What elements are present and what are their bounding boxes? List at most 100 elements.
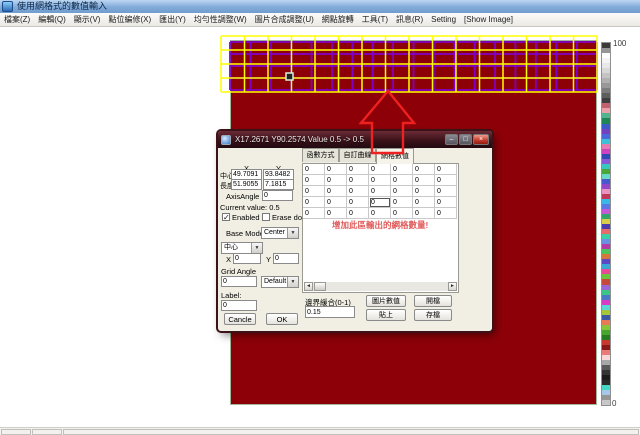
grid-cell[interactable]: 0 — [369, 186, 391, 197]
grid-cell[interactable]: 0 — [435, 186, 457, 197]
scrollbar-thumb[interactable] — [314, 282, 326, 291]
ok-button[interactable]: OK — [266, 313, 298, 325]
menu-item[interactable]: 網點旋轉 — [318, 13, 358, 26]
minimize-button[interactable]: – — [445, 134, 458, 145]
grid-cell[interactable]: 0 — [369, 175, 391, 186]
menu-item[interactable]: 均勻性調整(W) — [190, 13, 251, 26]
scroll-right-icon[interactable]: ► — [448, 282, 457, 291]
grid-cell[interactable]: 0 — [303, 197, 325, 208]
grid-value-dialog: X17.2671 Y90.2574 Value 0.5 -> 0.5 – □ ×… — [218, 131, 492, 331]
length-x-input[interactable] — [231, 179, 262, 190]
grid-angle-input[interactable] — [221, 276, 257, 287]
close-button[interactable]: × — [473, 134, 489, 145]
app-icon — [2, 1, 13, 12]
offset-x-input[interactable] — [233, 253, 261, 264]
grid-table: 00000000000000000000000000000000000 — [303, 164, 457, 219]
grid-cell[interactable]: 0 — [435, 175, 457, 186]
menu-item[interactable]: Setting — [427, 13, 460, 26]
grid-cell[interactable]: 0 — [347, 208, 369, 219]
grid-cell[interactable]: 0 — [303, 208, 325, 219]
menu-item[interactable]: [Show Image] — [460, 13, 517, 26]
app-window: 使用網格式的數值輸入 檔案(Z)編輯(Q)顯示(V)點位編修(X)匯出(Y)均勻… — [0, 0, 640, 434]
grid-cell[interactable]: 0 — [391, 164, 413, 175]
grid-cell[interactable]: 0 — [303, 186, 325, 197]
grid-cell[interactable]: 0 — [325, 186, 347, 197]
chevron-down-icon: ▼ — [251, 243, 262, 253]
grid-cell[interactable]: 0 — [325, 175, 347, 186]
base-mode-label: Base Mode — [226, 229, 264, 238]
grid-cell[interactable]: 0 — [325, 208, 347, 219]
grid-angle-mode-select[interactable]: Default ▼ — [261, 276, 299, 288]
tab-0[interactable]: 函數方式 — [302, 148, 339, 162]
base-mode-value: Center — [264, 229, 285, 236]
palette-band[interactable] — [602, 400, 610, 405]
grid-cell[interactable]: 0 — [347, 197, 369, 208]
axis-angle-input[interactable] — [262, 190, 293, 201]
grid-cell[interactable]: 0 — [413, 164, 435, 175]
grid-cell[interactable]: 0 — [435, 197, 457, 208]
scale-max-label: 100 — [613, 39, 626, 48]
menu-item[interactable]: 點位編修(X) — [104, 13, 155, 26]
grid-cell[interactable]: 0 — [391, 208, 413, 219]
grid-cell[interactable]: 0 — [347, 175, 369, 186]
grid-cell[interactable]: 0 — [369, 208, 391, 219]
grid-cell[interactable]: 0 — [413, 208, 435, 219]
tab-1[interactable]: 自訂曲線 — [339, 148, 376, 162]
enabled-checkbox[interactable]: ✓ — [222, 213, 230, 221]
base-mode-select[interactable]: Center ▼ — [261, 227, 299, 239]
window-titlebar[interactable]: 使用網格式的數值輸入 — [0, 0, 640, 13]
save-file-button[interactable]: 存檔 — [414, 309, 452, 321]
grid-cell[interactable]: 0 — [303, 164, 325, 175]
erase-dots-checkbox[interactable] — [262, 213, 270, 221]
tab-2[interactable]: 網格數值 — [376, 148, 414, 164]
grid-cell[interactable]: 0 — [325, 164, 347, 175]
length-y-input[interactable] — [263, 179, 294, 190]
grid-angle-mode-value: Default — [264, 278, 286, 285]
cancel-button[interactable]: Cancle — [224, 313, 256, 325]
label-input[interactable] — [221, 300, 257, 311]
grid-cell[interactable]: 0 — [413, 197, 435, 208]
menu-item[interactable]: 顯示(V) — [70, 13, 105, 26]
grid-cell[interactable]: 0 — [413, 175, 435, 186]
menu-item[interactable]: 訊息(R) — [392, 13, 427, 26]
grid-cell[interactable]: 0 — [325, 197, 347, 208]
boundary-input[interactable] — [305, 306, 355, 318]
scroll-left-icon[interactable]: ◄ — [304, 282, 313, 291]
offset-y-input[interactable] — [273, 253, 299, 264]
grid-cell[interactable]: 0 — [369, 164, 391, 175]
status-segment — [1, 429, 31, 435]
grid-cell[interactable]: 0 — [303, 175, 325, 186]
label-field-label: Label: — [221, 291, 241, 300]
offset-x-label: X — [226, 255, 231, 264]
image-values-button[interactable]: 圖片數值 — [366, 295, 406, 307]
grid-cell[interactable]: 0 — [391, 197, 413, 208]
menu-item[interactable]: 編輯(Q) — [34, 13, 70, 26]
maximize-button[interactable]: □ — [459, 134, 472, 145]
anchor-value: 中心 — [224, 244, 238, 251]
grid-cell[interactable]: 0 — [391, 175, 413, 186]
grid-cell[interactable]: 0 — [391, 186, 413, 197]
window-title: 使用網格式的數值輸入 — [17, 0, 107, 13]
open-file-button[interactable]: 開檔 — [414, 295, 452, 307]
grid-cell[interactable]: 0 — [347, 164, 369, 175]
horizontal-scrollbar[interactable]: ◄ ► — [304, 282, 457, 291]
menu-item[interactable]: 工具(T) — [358, 13, 392, 26]
annotation-text: 增加此區輸出的網格數量! — [332, 219, 428, 231]
axis-angle-label: AxisAngle — [226, 192, 259, 201]
grid-table-panel: 00000000000000000000000000000000000 增加此區… — [302, 163, 459, 293]
status-segment — [63, 429, 639, 435]
dialog-title: X17.2671 Y90.2574 Value 0.5 -> 0.5 — [235, 135, 364, 144]
current-value-label: Current value: 0.5 — [220, 203, 280, 212]
menu-item[interactable]: 圖片合成調整(U) — [251, 13, 318, 26]
scale-min-label: 0 — [612, 399, 616, 408]
grid-cell[interactable]: 0 — [435, 208, 457, 219]
grid-cell[interactable]: 0 — [369, 197, 391, 208]
paste-button[interactable]: 貼上 — [366, 309, 406, 321]
grid-cell[interactable]: 0 — [413, 186, 435, 197]
color-palette[interactable] — [601, 42, 611, 406]
grid-cell[interactable]: 0 — [435, 164, 457, 175]
grid-angle-label: Grid Angle — [221, 267, 256, 276]
menu-item[interactable]: 檔案(Z) — [0, 13, 34, 26]
menu-item[interactable]: 匯出(Y) — [155, 13, 190, 26]
grid-cell[interactable]: 0 — [347, 186, 369, 197]
